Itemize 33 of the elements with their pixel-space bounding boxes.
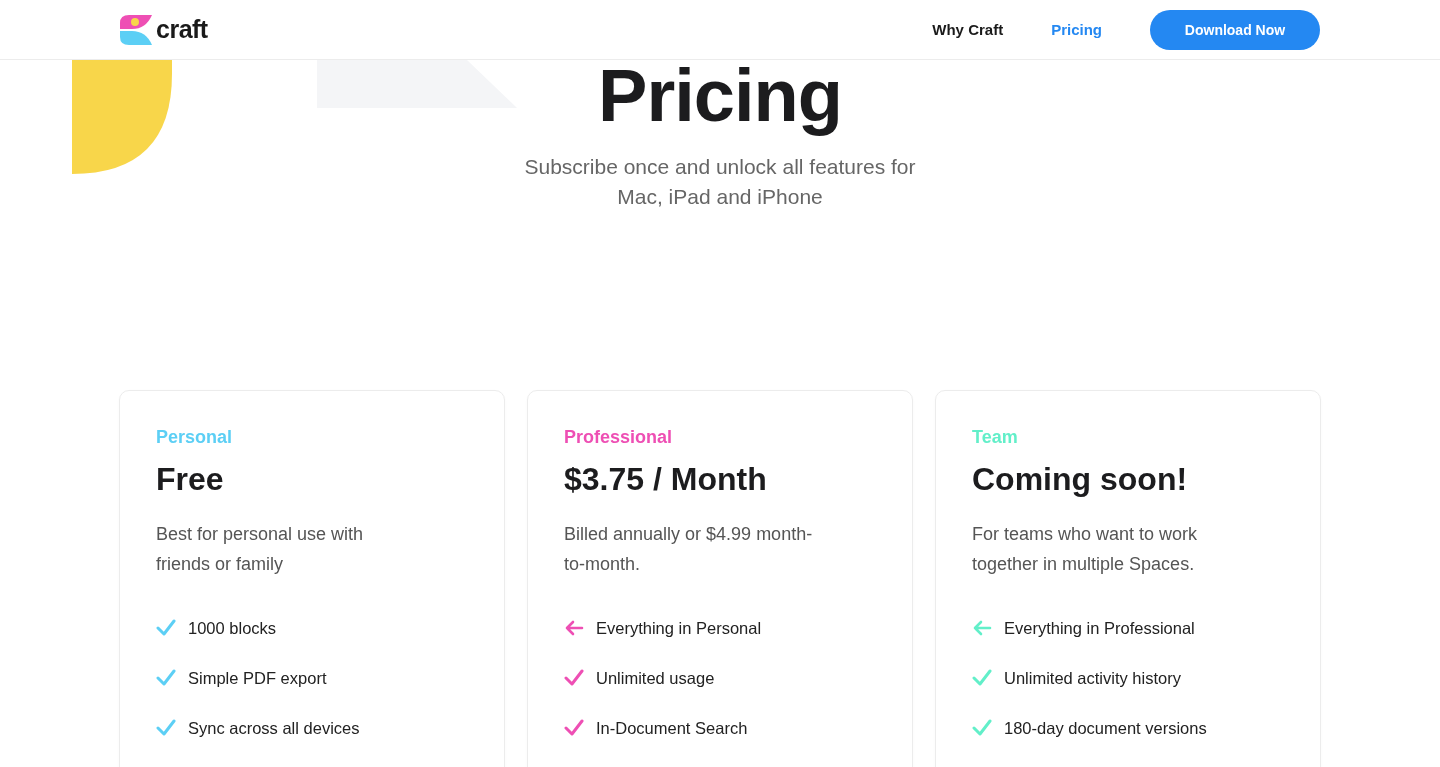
check-icon [156,719,176,737]
arrow-left-icon [564,620,584,636]
check-icon [156,619,176,637]
nav-link[interactable]: Why Craft [932,21,1004,38]
feature-text: Unlimited activity history [1004,668,1181,688]
check-icon [564,669,584,687]
plan-price: Coming soon! [972,460,1189,499]
logo-icon [120,14,152,45]
download-button[interactable]: Download Now [1150,9,1320,50]
feature-text: Unlimited usage [596,668,715,688]
plan-name: Professional [564,426,674,449]
nav-link[interactable]: Pricing [1051,21,1102,38]
plan-description: Best for personal use with friends or family [156,523,365,576]
check-icon [564,719,584,737]
feature-text: Sync across all devices [188,718,360,738]
plan-price: Free [156,460,225,499]
page-subtitle: Subscribe once and unlock all features for Mac, iPad and iPhone [523,154,917,210]
feature-text: Everything in Professional [1004,618,1195,638]
check-icon [972,669,992,687]
feature-text: Everything in Personal [596,618,762,638]
feature-text: 180-day document versions [1004,718,1207,738]
check-icon [972,719,992,737]
feature-text: Simple PDF export [188,668,327,688]
plan-description: Billed annually or $4.99 month-to-month. [564,523,814,576]
plan-description: For teams who want to work together in multiple Spaces. [972,523,1199,576]
check-icon [156,669,176,687]
feature-text: In-Document Search [596,718,748,738]
plan-name: Team [972,426,1019,449]
plan-name: Personal [156,426,234,449]
arrow-left-icon [972,620,992,636]
feature-text: 1000 blocks [188,618,277,638]
craft-logo[interactable]: craft [120,14,208,45]
plan-price: $3.75 / Month [564,460,768,499]
